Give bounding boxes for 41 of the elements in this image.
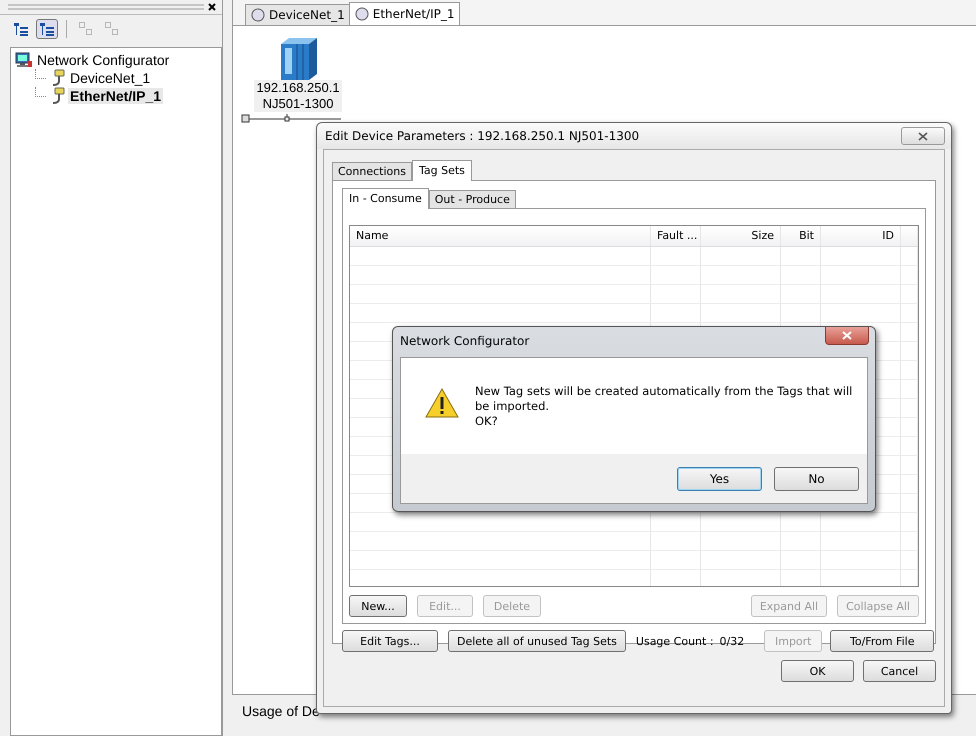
tree-item[interactable]: Network Configurator — [35, 52, 172, 68]
dialog-button[interactable]: Yes — [677, 466, 762, 490]
column-header[interactable]: ID — [821, 226, 901, 246]
dialog-button[interactable]: No — [774, 466, 859, 490]
warning-icon — [425, 388, 459, 418]
close-button[interactable] — [825, 327, 869, 345]
tab[interactable]: Tag Sets — [412, 160, 472, 181]
message-text: New Tag sets will be created automatically from the Tags that will be imported. — [475, 384, 854, 414]
document-tab[interactable]: EtherNet/IP_1 — [348, 2, 460, 25]
dialog-button[interactable]: Cancel — [863, 660, 936, 682]
column-header[interactable]: Bit — [781, 226, 821, 246]
tab[interactable]: Out - Produce — [428, 190, 516, 208]
column-header[interactable]: Size — [701, 226, 781, 246]
device-label: 192.168.250.1 NJ501-1300 — [254, 80, 342, 112]
dialog-title: Edit Device Parameters : 192.168.250.1 NJ501-1300 — [325, 129, 640, 143]
question-text: OK? — [475, 414, 499, 429]
tree-item[interactable]: EtherNet/IP_1 — [68, 88, 164, 104]
column-header[interactable]: Name — [350, 226, 651, 246]
tree-item[interactable]: DeviceNet_1 — [68, 70, 152, 86]
tree-view-button[interactable] — [36, 19, 58, 39]
close-icon — [918, 132, 928, 140]
close-icon — [842, 331, 852, 340]
close-button[interactable] — [901, 127, 945, 145]
usage-value: 0/32 — [720, 634, 744, 648]
dialog-button[interactable]: OK — [781, 660, 854, 682]
tab[interactable]: Connections — [332, 162, 412, 180]
cable-icon — [50, 69, 66, 87]
close-icon[interactable] — [208, 3, 216, 11]
tab[interactable]: In - Consume — [342, 188, 429, 209]
table-button[interactable]: New... — [349, 595, 407, 617]
dialog-button[interactable]: Edit Tags... — [342, 630, 438, 652]
dialog-button[interactable]: Delete all of unused Tag Sets — [448, 630, 626, 652]
circle-icon — [354, 7, 369, 21]
computer-icon — [15, 52, 33, 68]
dialog-title: Network Configurator — [400, 334, 530, 348]
column-header[interactable]: Fault ... — [651, 226, 701, 246]
circle-icon — [251, 8, 265, 22]
cable-icon — [50, 87, 66, 105]
document-tab[interactable]: DeviceNet_1 — [245, 4, 351, 25]
usage-label: Usage Count : — [636, 634, 714, 648]
dialog-button[interactable]: To/From File — [830, 630, 934, 652]
